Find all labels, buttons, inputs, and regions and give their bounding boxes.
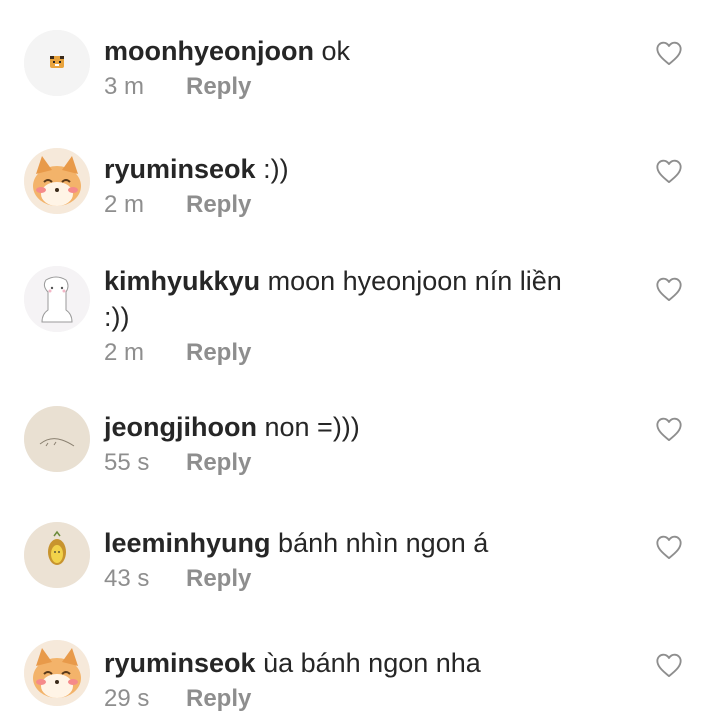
comment-meta: 2 m Reply [104, 190, 584, 220]
comment-body: ok [321, 36, 351, 66]
comment-text: jeongjihoon non =))) [104, 409, 584, 445]
comment-body: bánh nhìn ngon á [278, 528, 489, 558]
comment-time: 55 s [104, 449, 150, 476]
comment-body: :)) [263, 154, 289, 184]
reply-button[interactable]: Reply [186, 191, 251, 218]
sweet-potato-avatar-icon[interactable] [24, 522, 90, 588]
shiba-avatar-icon[interactable] [24, 640, 90, 706]
alpaca-avatar-icon[interactable] [24, 266, 90, 332]
comment-username[interactable]: ryuminseok [104, 648, 256, 678]
reply-button[interactable]: Reply [186, 449, 251, 476]
comment-username[interactable]: jeongjihoon [104, 412, 257, 442]
comment-username[interactable]: moonhyeonjoon [104, 36, 314, 66]
comment-meta: 3 m Reply [104, 72, 584, 102]
shiba-avatar-icon[interactable] [24, 148, 90, 214]
heart-outline-icon[interactable] [655, 276, 683, 302]
comment-meta: 29 s Reply [104, 684, 584, 714]
reply-button[interactable]: Reply [186, 73, 251, 100]
comment-text: ryuminseok :)) [104, 151, 584, 187]
reply-button[interactable]: Reply [186, 565, 251, 592]
heart-outline-icon[interactable] [655, 416, 683, 442]
comment-meta: 55 s Reply [104, 448, 584, 478]
heart-outline-icon[interactable] [655, 40, 683, 66]
tiger-avatar-icon[interactable] [24, 30, 90, 96]
comment-username[interactable]: ryuminseok [104, 154, 256, 184]
comment-time: 43 s [104, 565, 150, 592]
reply-button[interactable]: Reply [186, 339, 251, 366]
reply-button[interactable]: Reply [186, 685, 251, 712]
comment-time: 2 m [104, 339, 145, 366]
comment-time: 3 m [104, 73, 145, 100]
comment-text: kimhyukkyu moon hyeonjoon nín liền :)) [104, 263, 584, 335]
sketch-avatar-icon[interactable] [24, 406, 90, 472]
comment-username[interactable]: kimhyukkyu [104, 266, 260, 296]
heart-outline-icon[interactable] [655, 158, 683, 184]
comment-time: 29 s [104, 685, 150, 712]
comment-body: non =))) [264, 412, 360, 442]
comment-text: ryuminseok ùa bánh ngon nha [104, 645, 584, 681]
heart-outline-icon[interactable] [655, 534, 683, 560]
comment-text: leeminhyung bánh nhìn ngon á [104, 525, 584, 561]
comment-meta: 43 s Reply [104, 564, 584, 594]
heart-outline-icon[interactable] [655, 652, 683, 678]
comment-text: moonhyeonjoon ok [104, 33, 584, 69]
comment-username[interactable]: leeminhyung [104, 528, 271, 558]
comment-body: ùa bánh ngon nha [263, 648, 481, 678]
comment-meta: 2 m Reply [104, 338, 584, 368]
comment-time: 2 m [104, 191, 145, 218]
